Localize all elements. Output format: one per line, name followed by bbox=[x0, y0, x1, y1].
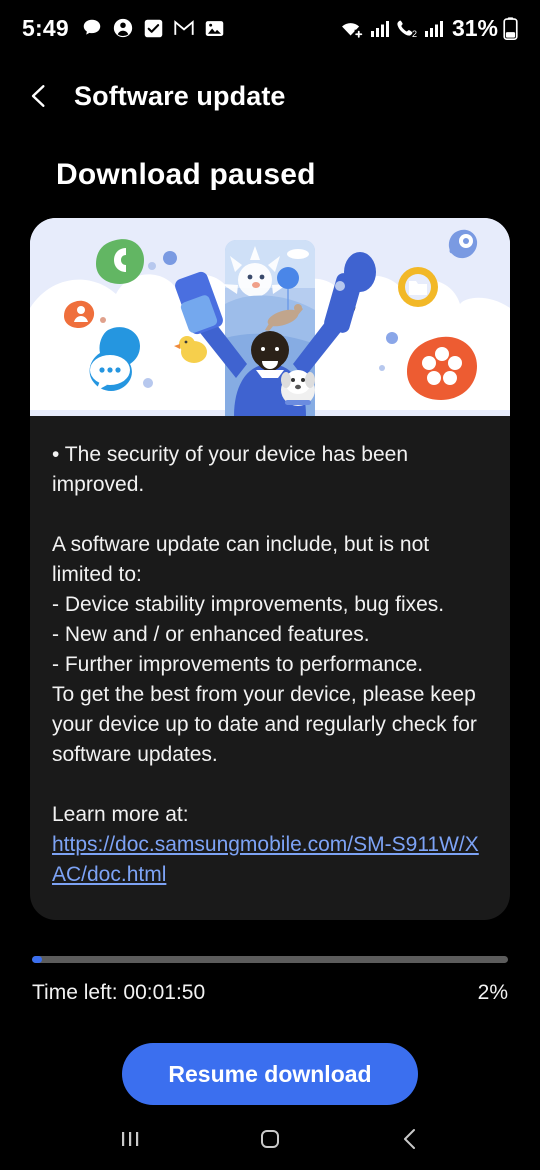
learn-more-label: Learn more at: bbox=[52, 803, 189, 826]
chat-bubble-icon bbox=[81, 17, 103, 39]
progress-bar-fill bbox=[32, 956, 42, 963]
learn-more-link[interactable]: https://doc.samsungmobile.com/SM-S911W/X… bbox=[52, 833, 479, 886]
download-status-title: Download paused bbox=[56, 158, 316, 191]
progress-bar bbox=[32, 956, 508, 963]
signal-bars-2-icon bbox=[424, 18, 444, 38]
wifi-icon bbox=[340, 17, 365, 39]
system-navigation-bar bbox=[0, 1108, 540, 1170]
release-note-item: - New and / or enhanced features. bbox=[52, 623, 370, 646]
home-icon[interactable] bbox=[248, 1117, 292, 1161]
recents-icon[interactable] bbox=[108, 1117, 152, 1161]
progress-percent-label: 2% bbox=[477, 981, 508, 1004]
download-progress-section: Time left: 00:01:50 2% bbox=[32, 956, 508, 1005]
my-files-app-icon bbox=[398, 267, 438, 307]
chevron-left-icon[interactable] bbox=[26, 83, 52, 109]
page-title: Software update bbox=[74, 80, 286, 111]
time-left-label: Time left: 00:01:50 bbox=[32, 981, 206, 1004]
illustration-artwork bbox=[30, 218, 510, 416]
release-note-item: - Device stability improvements, bug fix… bbox=[52, 593, 445, 616]
release-note-item: - Further improvements to performance. bbox=[52, 653, 424, 676]
status-bar: 5:49 2 31% bbox=[0, 0, 540, 56]
progress-labels: Time left: 00:01:50 2% bbox=[32, 981, 508, 1005]
release-notes-closing: To get the best from your device, please… bbox=[52, 683, 477, 766]
release-notes-body: • The security of your device has been i… bbox=[30, 416, 510, 920]
nav-back-icon[interactable] bbox=[388, 1117, 432, 1161]
status-bar-clock: 5:49 bbox=[22, 14, 69, 41]
battery-percent-label: 31% bbox=[451, 14, 498, 41]
contact-person-icon bbox=[112, 17, 134, 39]
photos-icon bbox=[204, 18, 225, 39]
checkbox-icon bbox=[143, 18, 164, 39]
update-info-card: • The security of your device has been i… bbox=[30, 218, 510, 920]
signal-bars-icon bbox=[370, 18, 390, 38]
resume-download-button[interactable]: Resume download bbox=[122, 1043, 418, 1105]
security-bullet: • The security of your device has been i… bbox=[52, 443, 408, 496]
action-area: Resume download bbox=[0, 1043, 540, 1105]
app-header: Software update bbox=[0, 56, 540, 136]
software-update-illustration bbox=[30, 218, 510, 416]
battery-icon bbox=[503, 16, 518, 40]
release-notes-intro: A software update can include, but is no… bbox=[52, 533, 430, 586]
volte-call-icon: 2 bbox=[395, 18, 419, 39]
svg-text:2: 2 bbox=[412, 29, 417, 39]
status-bar-left: 5:49 bbox=[22, 15, 225, 42]
gmail-icon bbox=[173, 17, 195, 39]
status-bar-right: 2 31% bbox=[340, 15, 518, 42]
